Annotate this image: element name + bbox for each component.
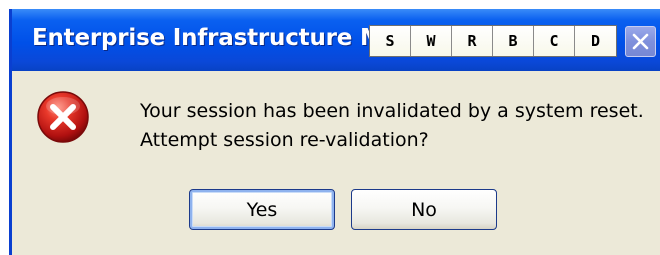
overlay-tab-r[interactable]: R	[452, 26, 493, 56]
overlay-tab-b[interactable]: B	[493, 26, 534, 56]
overlay-tab-s[interactable]: S	[370, 26, 411, 56]
yes-button[interactable]: Yes	[189, 189, 335, 230]
dialog-message: Your session has been invalidated by a s…	[140, 97, 644, 155]
message-line-2: Attempt session re-validation?	[140, 129, 429, 151]
overlay-tab-w[interactable]: W	[411, 26, 452, 56]
error-icon	[37, 91, 89, 143]
title-bar[interactable]: Enterprise Infrastructure M S W R B C D	[12, 9, 660, 71]
overlay-tab-c[interactable]: C	[534, 26, 575, 56]
close-icon	[632, 33, 649, 50]
dialog-title: Enterprise Infrastructure M	[32, 25, 383, 51]
overlay-tab-strip: S W R B C D	[369, 25, 617, 57]
message-line-1: Your session has been invalidated by a s…	[140, 100, 644, 122]
no-button[interactable]: No	[351, 189, 497, 230]
overlay-tab-d[interactable]: D	[575, 26, 616, 56]
close-button[interactable]	[625, 26, 656, 57]
error-dialog: Enterprise Infrastructure M S W R B C D	[9, 9, 660, 255]
